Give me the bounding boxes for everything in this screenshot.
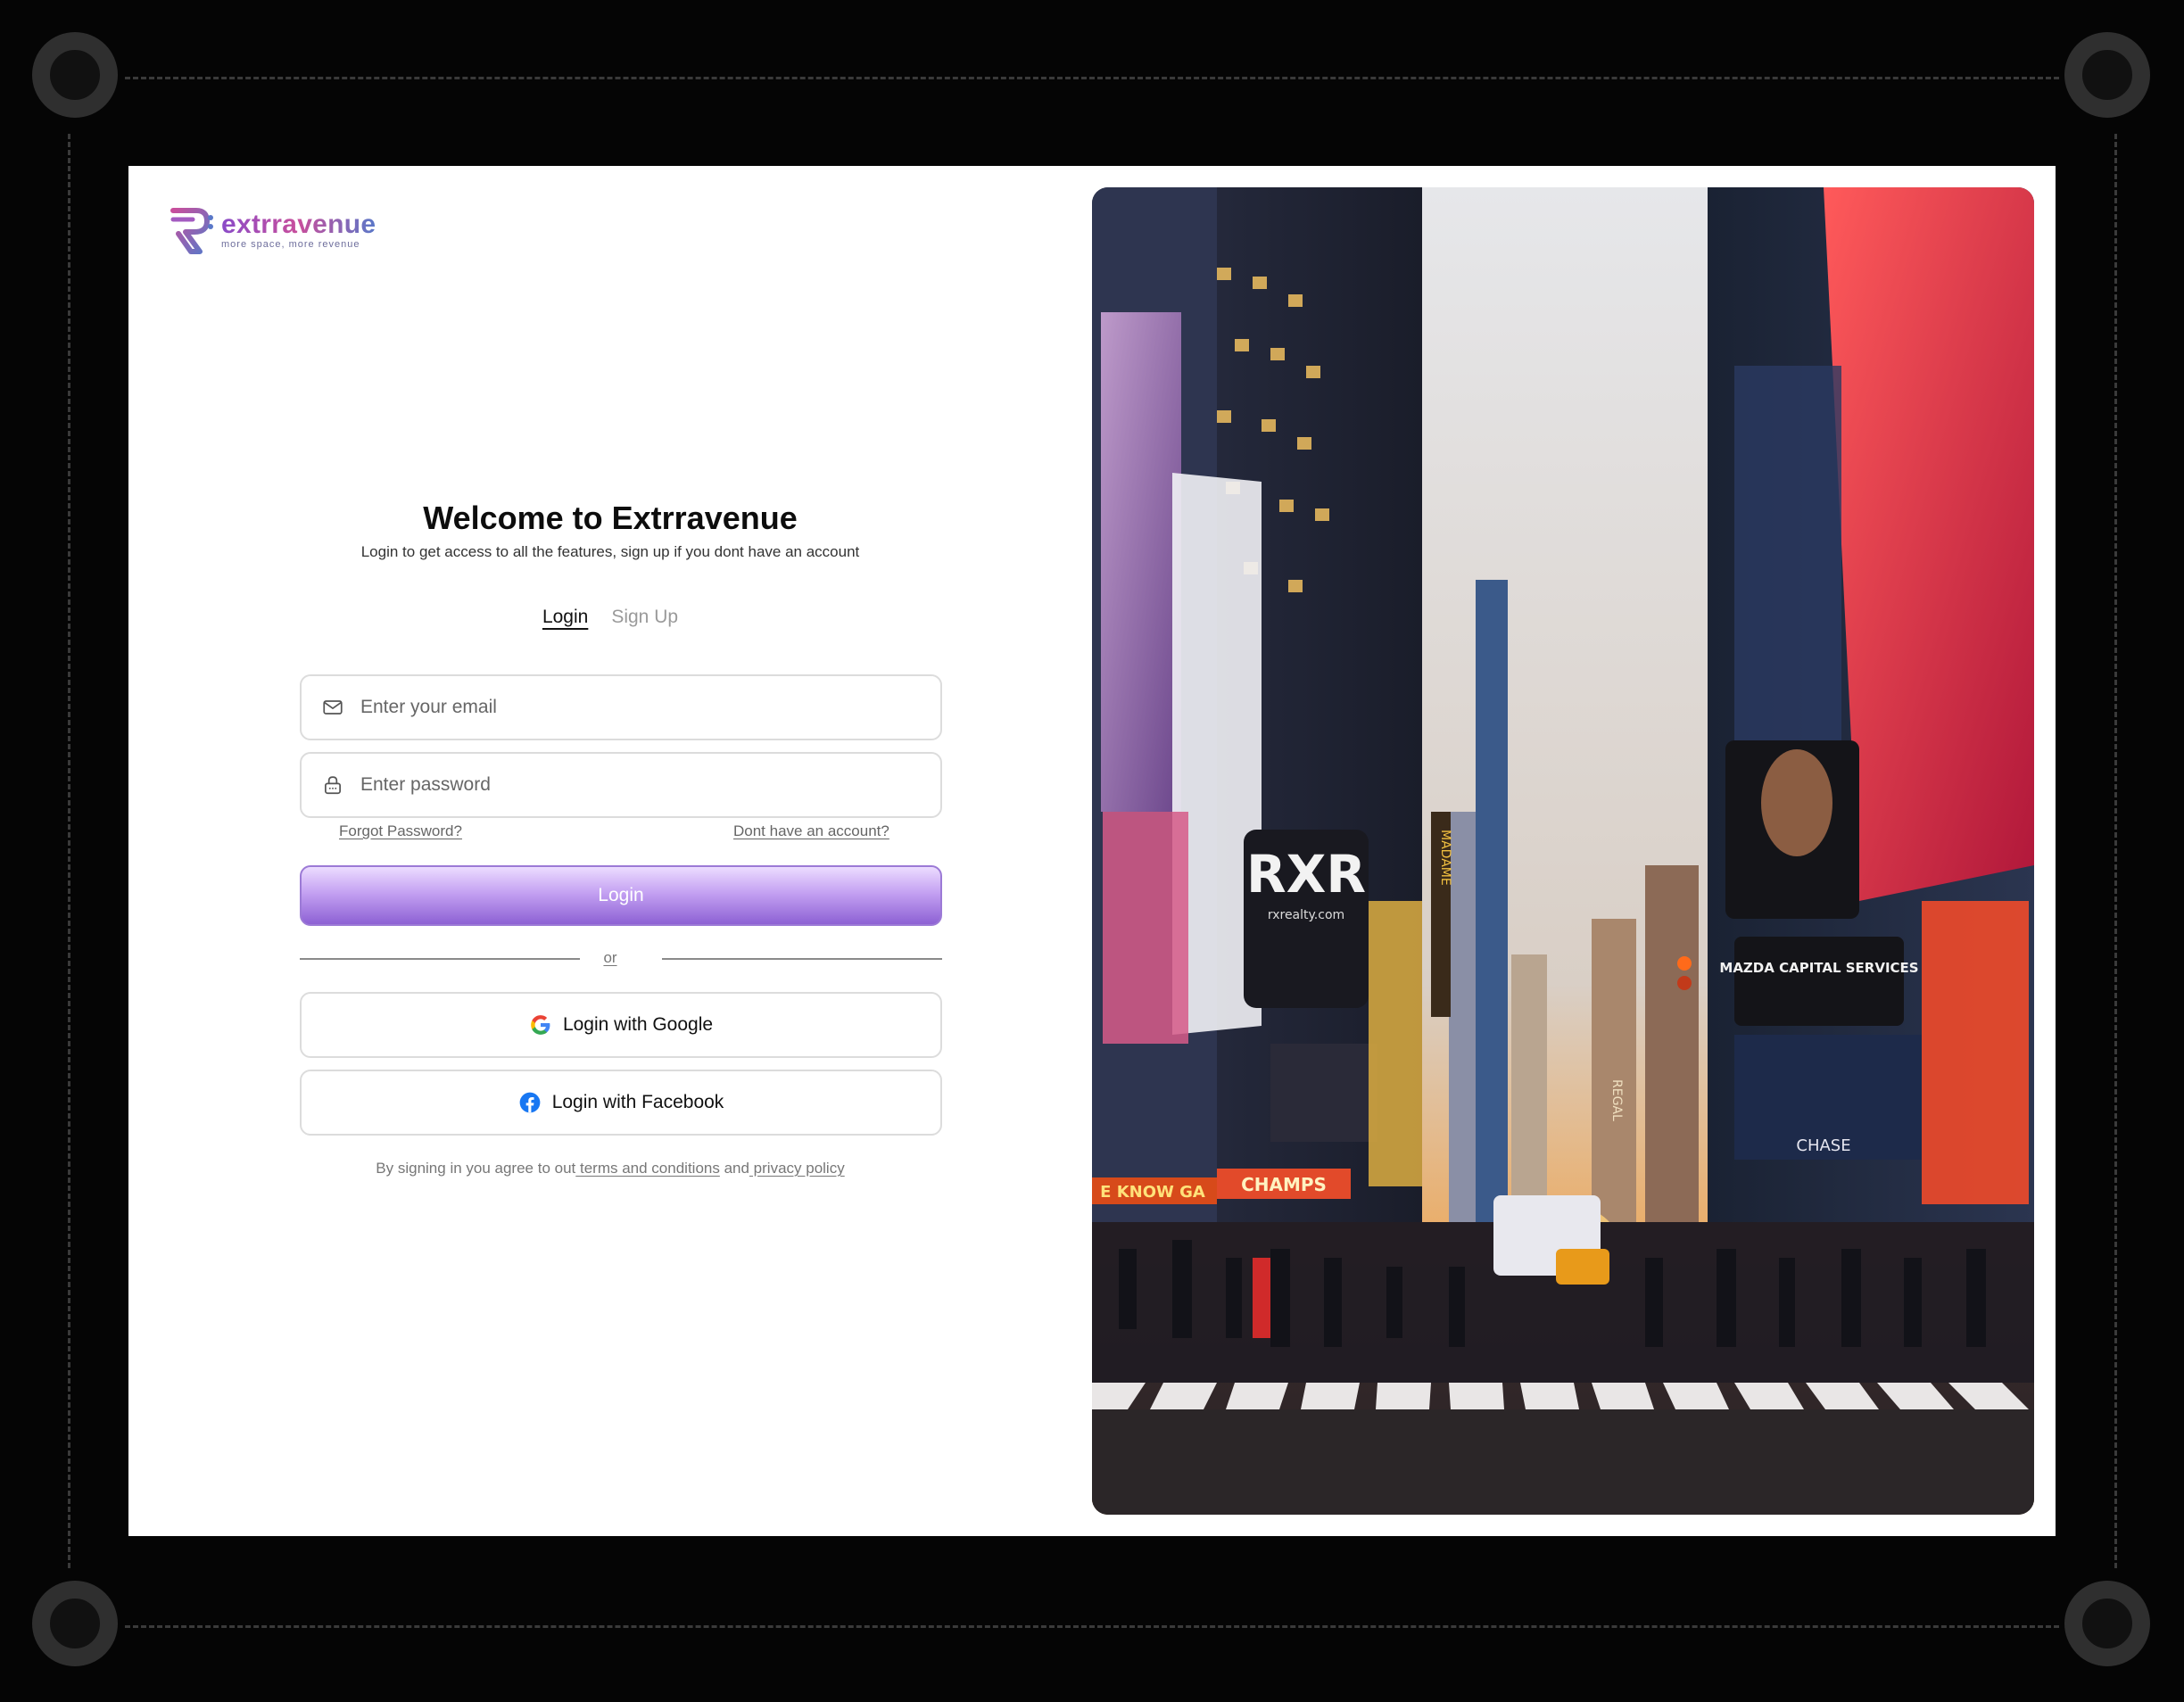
frame-border-bottom	[125, 1625, 2059, 1628]
lock-icon	[325, 776, 341, 795]
frame-corner-handle	[32, 1581, 118, 1666]
password-input[interactable]	[359, 773, 940, 797]
facebook-login-button[interactable]: Login with Facebook	[300, 1070, 942, 1136]
brand-tagline: more space, more revenue	[221, 238, 360, 250]
hero-photo: RXR rxrealty.com CHAMPS E KNOW GA MADAME…	[1092, 187, 2034, 1515]
frame-corner-handle	[2064, 32, 2150, 118]
sign-regal: REGAL	[1609, 1079, 1624, 1121]
password-field[interactable]	[300, 752, 942, 818]
google-icon	[531, 1015, 550, 1035]
terms-prefix: By signing in you agree to out	[376, 1160, 576, 1177]
sign-chase: CHASE	[1796, 1136, 1850, 1155]
no-account-link[interactable]: Dont have an account?	[733, 822, 889, 840]
city-street-illustration: RXR rxrealty.com CHAMPS E KNOW GA MADAME…	[1092, 187, 2034, 1515]
divider-or-label: or	[603, 949, 617, 966]
forgot-password-link[interactable]: Forgot Password?	[339, 822, 462, 840]
google-login-label: Login with Google	[562, 1014, 714, 1035]
page-title: Welcome to Extrravenue	[423, 500, 798, 536]
frame-corner-handle	[2064, 1581, 2150, 1666]
brand-logo-icon	[170, 208, 213, 254]
tab-login[interactable]: Login	[542, 607, 588, 632]
sign-champs: CHAMPS	[1241, 1174, 1327, 1195]
login-button[interactable]: Login	[300, 865, 942, 926]
email-field[interactable]	[300, 674, 942, 740]
terms-link[interactable]: terms and conditions	[575, 1160, 720, 1177]
login-panel: extrravenue more space, more revenue Wel…	[128, 166, 1092, 1536]
sign-madame: MADAME	[1438, 830, 1452, 886]
login-card: extrravenue more space, more revenue Wel…	[128, 166, 2056, 1536]
google-login-button[interactable]: Login with Google	[300, 992, 942, 1058]
frame-corner-handle	[32, 32, 118, 118]
sign-know: E KNOW GA	[1100, 1183, 1205, 1202]
frame-border-top	[125, 77, 2059, 79]
sign-mazda: MAZDA CAPITAL SERVICES	[1719, 960, 1918, 976]
email-input[interactable]	[359, 696, 940, 719]
terms-notice: By signing in you agree to out terms and…	[128, 1158, 1092, 1179]
terms-middle: and	[719, 1160, 749, 1177]
facebook-login-label: Login with Facebook	[551, 1092, 724, 1112]
brand-logo[interactable]: extrravenue more space, more revenue	[170, 205, 376, 255]
auth-tabs: Login Sign Up	[128, 607, 1092, 632]
page-subtitle: Login to get access to all the features,…	[360, 543, 860, 560]
privacy-policy-link[interactable]: privacy policy	[749, 1160, 845, 1177]
tab-sign-up[interactable]: Sign Up	[611, 607, 678, 632]
frame-border-left	[68, 134, 70, 1568]
brand-name: extrravenue	[221, 209, 376, 239]
sign-rxr: RXR	[1246, 844, 1366, 905]
frame-border-right	[2114, 134, 2117, 1568]
mail-icon	[323, 700, 343, 715]
sign-rxr-subtitle: rxrealty.com	[1268, 908, 1344, 922]
facebook-icon	[519, 1092, 541, 1113]
